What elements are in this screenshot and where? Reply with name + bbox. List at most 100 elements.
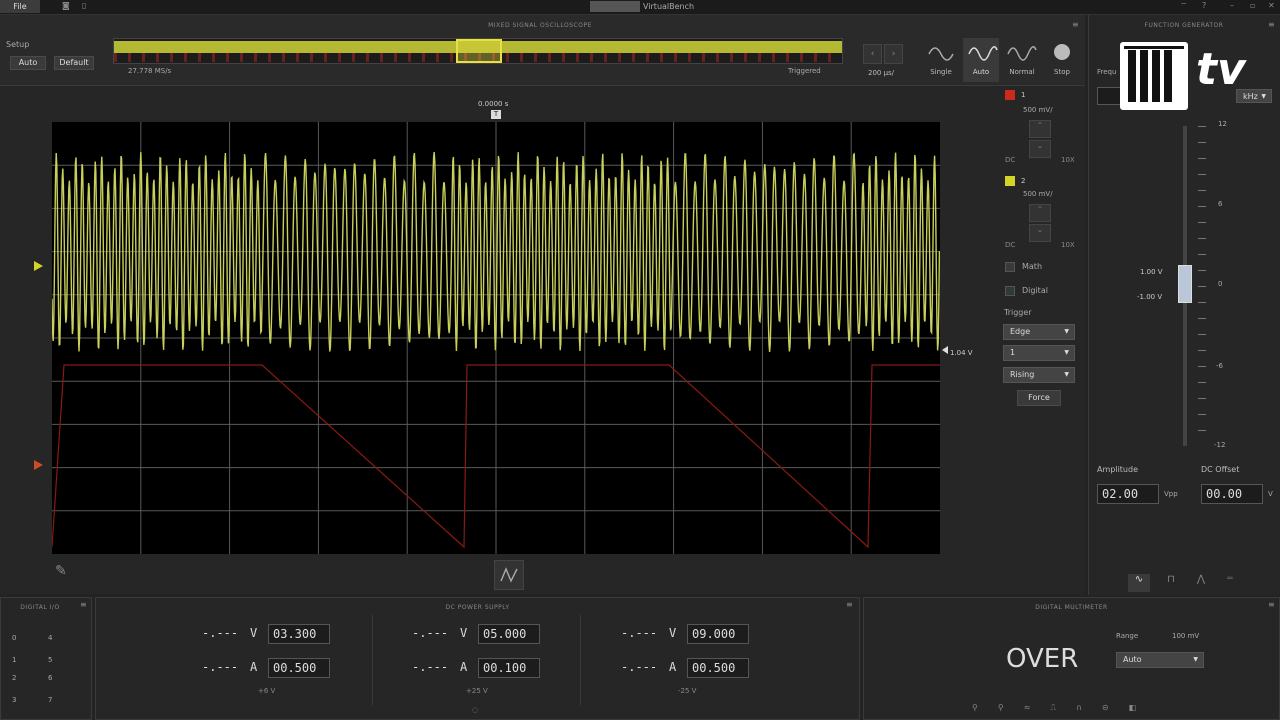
ch2-offset-marker[interactable] [34, 261, 43, 271]
psu1-voltage-setpoint[interactable]: 03.300 [268, 624, 330, 644]
timebase-right-icon[interactable]: › [884, 44, 903, 64]
psu1-current-setpoint[interactable]: 00.500 [268, 658, 330, 678]
psu-menu-icon[interactable]: ≡ [846, 600, 853, 609]
square-wave-icon[interactable]: ⊓ [1160, 574, 1182, 592]
auto-mode-button[interactable]: Auto [963, 38, 999, 82]
acquisition-overview[interactable] [113, 38, 843, 64]
psu3-current-readout: -.--- [621, 660, 658, 674]
scale-tick-6: 6 [1218, 200, 1223, 208]
dc-wave-icon[interactable]: ═ [1219, 574, 1241, 592]
stop-icon [1054, 44, 1070, 60]
dmm-function-icons[interactable]: ⚲⚲≈⎍∩⊝◧ [972, 703, 1172, 717]
psu2-voltage-readout: -.--- [412, 626, 449, 640]
overview-view-window[interactable] [456, 39, 502, 63]
logo-text: tv [1196, 44, 1246, 95]
pencil-icon[interactable]: ✎ [55, 563, 77, 585]
force-trigger-button[interactable]: Force [1017, 390, 1061, 406]
chevron-down-icon: ▼ [1261, 93, 1266, 100]
ch1-coupling[interactable]: DC [1005, 156, 1015, 164]
dc-offset-unit: V [1268, 490, 1273, 498]
ch2-coupling[interactable]: DC [1005, 241, 1015, 249]
trigger-label: Trigger [1004, 308, 1032, 317]
ch2-attenuation[interactable]: 10X [1061, 241, 1075, 249]
psu-header: DC POWER SUPPLY [445, 604, 510, 611]
dio-menu-icon[interactable]: ≡ [80, 600, 87, 609]
digital-label: Digital [1022, 286, 1048, 295]
ch1-offset-marker[interactable] [34, 460, 43, 470]
psu-power-icon[interactable]: ◌ [472, 706, 478, 714]
psu2-voltage-setpoint[interactable]: 05.000 [478, 624, 540, 644]
scale-tick-12: 12 [1218, 120, 1227, 128]
low-level-marker: -1.00 V [1137, 293, 1163, 301]
psu2-current-setpoint[interactable]: 00.100 [478, 658, 540, 678]
level-slider-handle[interactable] [1178, 265, 1192, 303]
dc-offset-field[interactable]: 00.00 [1201, 484, 1263, 504]
help-icon[interactable]: ? [1202, 1, 1206, 10]
file-menu[interactable]: File [0, 0, 40, 13]
amplitude-label: Amplitude [1097, 465, 1138, 474]
ni-tv-logo [1120, 42, 1188, 110]
psu3-voltage-unit: V [669, 626, 677, 640]
normal-mode-button[interactable]: Normal [1005, 40, 1039, 82]
ch1-enable-checkbox[interactable] [1005, 90, 1015, 100]
minimize-icon[interactable]: – [1230, 1, 1234, 10]
trigger-source-select[interactable]: 1 ▼ [1003, 345, 1075, 361]
dmm-menu-icon[interactable]: ≡ [1268, 600, 1275, 609]
digital-checkbox[interactable] [1005, 286, 1015, 296]
ch1-attenuation[interactable]: 10X [1061, 156, 1075, 164]
timebase-left-icon[interactable]: ‹ [863, 44, 882, 64]
app-title: VirtualBench [643, 2, 695, 11]
ch1-scale-up-icon[interactable]: ⌃ [1029, 120, 1051, 138]
dio-pin-3[interactable]: 3 [12, 696, 16, 704]
scale-tick-neg6: -6 [1216, 362, 1223, 370]
auto-setup-button[interactable]: Auto [10, 56, 46, 70]
psu-divider [372, 615, 373, 705]
ch2-scale-up-icon[interactable]: ⌃ [1029, 204, 1051, 222]
default-setup-button[interactable]: Default [54, 56, 94, 70]
dio-pin-7[interactable]: 7 [48, 696, 52, 704]
ch2-scale-down-icon[interactable]: ⌄ [1029, 224, 1051, 242]
trigger-level-readout: 1.04 V [950, 349, 973, 357]
psu2-current-unit: A [460, 660, 468, 674]
stop-button[interactable]: Stop [1048, 40, 1076, 82]
math-checkbox[interactable] [1005, 262, 1015, 272]
ch2-enable-checkbox[interactable] [1005, 176, 1015, 186]
dio-pin-2[interactable]: 2 [12, 674, 16, 682]
dio-pin-0[interactable]: 0 [12, 634, 16, 642]
trigger-position-marker[interactable]: T [491, 110, 501, 119]
sine-icon [928, 47, 954, 61]
psu3-current-setpoint[interactable]: 00.500 [687, 658, 749, 678]
scope-menu-icon[interactable]: ≡ [1072, 20, 1079, 29]
range-mode-select[interactable]: Auto ▼ [1116, 652, 1204, 668]
ni-logo [590, 1, 640, 12]
scope-graticule[interactable] [52, 122, 940, 554]
triangle-wave-icon[interactable]: ⋀ [1190, 574, 1212, 592]
single-mode-button[interactable]: Single [926, 40, 956, 82]
measure-tool-icon[interactable] [494, 560, 524, 590]
normal-mode-label: Normal [1009, 68, 1035, 76]
trigger-level-marker[interactable] [942, 346, 948, 354]
trigger-type-select[interactable]: Edge ▼ [1003, 324, 1075, 340]
trigger-status: Triggered [788, 67, 821, 75]
dio-pin-4[interactable]: 4 [48, 634, 52, 642]
ch1-scale-down-icon[interactable]: ⌄ [1029, 140, 1051, 158]
dmm-header: DIGITAL MULTIMETER [1035, 604, 1108, 611]
maximize-icon[interactable]: ▫ [1250, 1, 1255, 10]
psu3-voltage-setpoint[interactable]: 09.000 [687, 624, 749, 644]
dio-pin-5[interactable]: 5 [48, 656, 52, 664]
sine-wave-icon[interactable]: ∿ [1128, 574, 1150, 592]
clipboard-icon[interactable]: ▯ [82, 1, 86, 10]
dio-pin-6[interactable]: 6 [48, 674, 52, 682]
close-icon[interactable]: ✕ [1268, 1, 1275, 10]
chevron-down-icon: ▼ [1193, 656, 1198, 663]
psu1-voltage-unit: V [250, 626, 258, 640]
trigger-slope-select[interactable]: Rising ▼ [1003, 367, 1075, 383]
dio-header: DIGITAL I/O [20, 604, 60, 611]
fgen-menu-icon[interactable]: ≡ [1268, 20, 1275, 29]
scale-tick-neg12: -12 [1214, 441, 1226, 449]
title-bar [0, 0, 1280, 15]
psu3-voltage-readout: -.--- [621, 626, 658, 640]
amplitude-field[interactable]: 02.00 [1097, 484, 1159, 504]
camera-icon[interactable]: ◙ [62, 1, 70, 10]
dio-pin-1[interactable]: 1 [12, 656, 16, 664]
